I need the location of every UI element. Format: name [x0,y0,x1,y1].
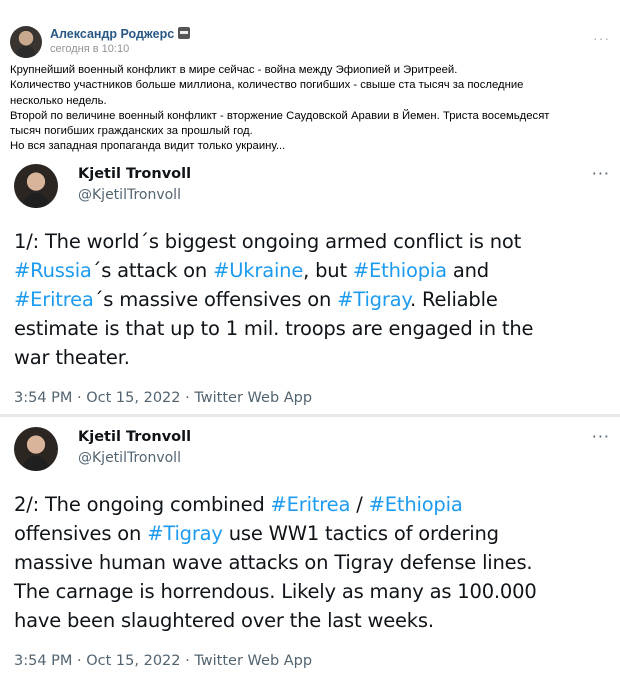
post-text: Крупнейший военный конфликт в мире сейча… [10,63,610,155]
tweet-text-segment: offensives on [14,522,148,545]
tweet-text-line: offensives on #Tigray use WW1 tactics of… [14,519,610,548]
tweet-text-segment: ´s attack on [91,259,214,282]
tweet-text-segment: 2/: The ongoing combined [14,493,271,516]
tweet-text-segment: / [350,493,369,516]
post-more-icon[interactable]: ··· [593,30,610,46]
tweet-text-segment: The carnage is horrendous. Likely as man… [14,580,537,603]
tweet-screenshot-1: Kjetil Tronvoll @KjetilTronvoll ··· 1/: … [0,154,620,416]
post-text-line: Крупнейший военный конфликт в мире сейча… [10,64,458,76]
hashtag-link[interactable]: #Ukraine [213,259,303,282]
tweet-text-line: 1/: The world´s biggest ongoing armed co… [14,227,610,256]
tweet-author-name: Kjetil Tronvoll [78,166,192,182]
tweet-more-icon: ··· [591,164,610,183]
tweet-author-avatar [14,164,58,208]
tweet-text-line: massive human wave attacks on Tigray def… [14,548,610,577]
hashtag-link[interactable]: #Eritrea [271,493,351,516]
incognito-emoji-icon [178,27,191,39]
vk-post: Александр Роджерс сегодня в 10:10 ··· Кр… [0,0,620,678]
post-text-line: Второй по величине военный конфликт - вт… [10,109,550,122]
hashtag-link[interactable]: #Tigray [147,522,223,545]
tweet-text-segment: , but [303,259,353,282]
tweet-text-line: 2/: The ongoing combined #Eritrea / #Eth… [14,490,610,519]
hashtag-link[interactable]: #Russia [14,259,92,282]
author-name-link[interactable]: Александр Роджерс [50,27,191,41]
tweet-screenshot-2: Kjetil Tronvoll @KjetilTronvoll ··· 2/: … [0,417,620,678]
post-text-line: несколько недель. [10,94,107,107]
tweet-text: 1/: The world´s biggest ongoing armed co… [14,227,610,372]
hashtag-link[interactable]: #Ethiopia [353,259,447,282]
tweet-author-handle: @KjetilTronvoll [78,187,181,203]
tweet-text-segment: war theater. [14,346,130,369]
hashtag-link[interactable]: #Eritrea [14,288,94,311]
hashtag-link[interactable]: #Ethiopia [369,493,463,516]
post-text-line: Но вся западная пропаганда видит только … [10,140,286,153]
tweet-text-line: The carnage is horrendous. Likely as man… [14,577,610,606]
tweet-text-line: estimate is that up to 1 mil. troops are… [14,314,610,343]
tweet-text-segment: have been slaughtered over the last week… [14,609,434,632]
tweet-text-line: #Eritrea´s massive offensives on #Tigray… [14,285,610,314]
tweet-text-line: #Russia´s attack on #Ukraine, but #Ethio… [14,256,610,285]
author-avatar[interactable] [10,26,42,58]
tweet-text-segment: and [446,259,489,282]
tweet-author-name: Kjetil Tronvoll [78,429,192,445]
author-name[interactable]: Александр Роджерс [50,27,174,41]
tweet-meta: 3:54 PM · Oct 15, 2022 · Twitter Web App [14,390,313,406]
post-text-line: тысяч погибших гражданских за прошлый го… [10,125,253,138]
post-header: Александр Роджерс сегодня в 10:10 ··· [10,26,610,60]
tweet-author-avatar [14,427,58,471]
post-timestamp[interactable]: сегодня в 10:10 [50,43,129,55]
hashtag-link[interactable]: #Tigray [337,288,410,311]
tweet-text-segment: . Reliable [409,288,498,311]
tweet-more-icon: ··· [591,427,610,446]
tweet-text-line: have been slaughtered over the last week… [14,606,610,635]
tweet-text-segment: massive human wave attacks on Tigray def… [14,551,533,574]
tweet-text-segment: 1/: The world´s biggest ongoing armed co… [14,230,522,253]
tweet-meta: 3:54 PM · Oct 15, 2022 · Twitter Web App [14,653,313,669]
tweet-text: 2/: The ongoing combined #Eritrea / #Eth… [14,490,610,635]
tweet-text-segment: estimate is that up to 1 mil. troops are… [14,317,534,340]
tweet-text-segment: use WW1 tactics of ordering [222,522,499,545]
post-text-line: Количество участников больше миллиона, к… [10,79,524,92]
tweet-text-segment: ´s massive offensives on [93,288,338,311]
tweet-text-line: war theater. [14,343,610,372]
tweet-author-handle: @KjetilTronvoll [78,450,181,466]
